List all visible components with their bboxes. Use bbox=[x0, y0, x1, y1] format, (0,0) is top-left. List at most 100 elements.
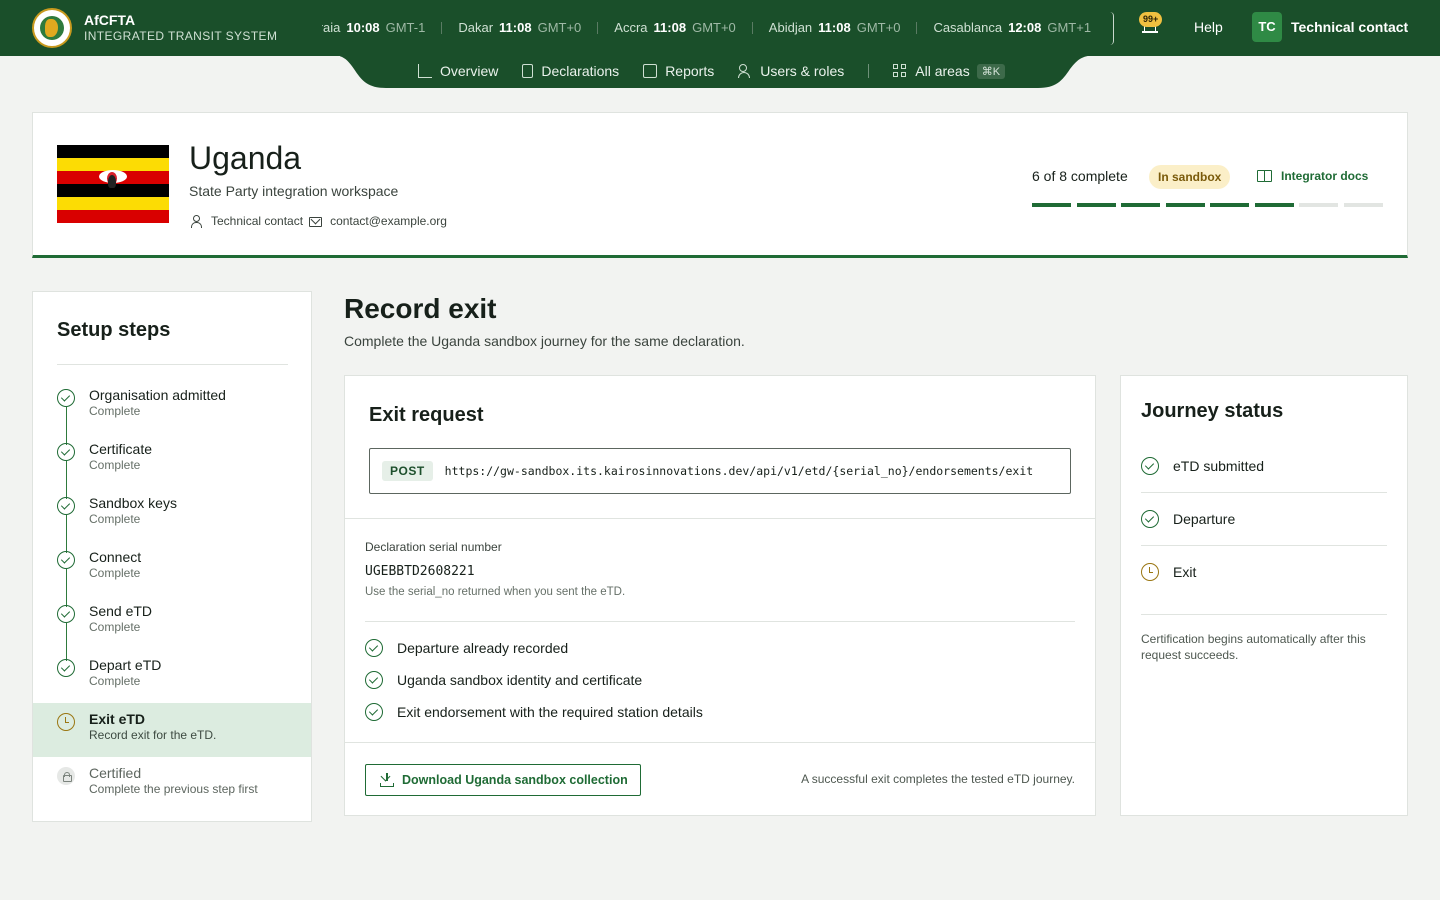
step-status: Complete bbox=[89, 566, 141, 580]
clock-city: Abidjan bbox=[768, 20, 813, 35]
step-send-etd[interactable]: Send eTD Complete bbox=[33, 595, 311, 661]
endpoint-url[interactable]: https://gw-sandbox.its.kairosinnovations… bbox=[445, 464, 1034, 478]
step-certified[interactable]: Certified Complete the previous step firs… bbox=[33, 757, 311, 811]
integrator-docs-label: Integrator docs bbox=[1281, 169, 1369, 183]
clock-abidjan: Abidjan 11:08 GMT+0 bbox=[769, 20, 901, 35]
check-circle-icon bbox=[57, 443, 75, 461]
sidebar-divider bbox=[57, 364, 288, 365]
exit-foot-note: A successful exit completes the tested e… bbox=[801, 772, 1075, 786]
clock-city: Dakar bbox=[458, 20, 494, 35]
progress-label: 6 of 8 complete bbox=[1032, 168, 1128, 184]
clock-icon bbox=[57, 713, 75, 731]
check-circle-icon bbox=[1141, 457, 1159, 475]
step-status: Complete the previous step first bbox=[89, 782, 258, 796]
step-exit-etd[interactable]: Exit eTD Record exit for the eTD. bbox=[33, 703, 311, 757]
requirements-list: Departure already recorded Uganda sandbox… bbox=[365, 638, 703, 734]
nav-reports[interactable]: Reports bbox=[643, 63, 714, 79]
journey-note: Certification begins automatically after… bbox=[1141, 632, 1366, 662]
nav-users-roles[interactable]: Users & roles bbox=[738, 63, 844, 79]
download-stem bbox=[386, 773, 388, 781]
notification-badge[interactable]: 99+ bbox=[1139, 12, 1163, 27]
journey-item: Departure bbox=[1141, 493, 1387, 546]
check-circle-icon bbox=[1141, 510, 1159, 528]
integrator-docs-link[interactable]: Integrator docs bbox=[1257, 169, 1368, 183]
clock-casablanca: Casablanca 12:08 GMT+1 bbox=[933, 20, 1091, 35]
nav-overview-label: Overview bbox=[440, 63, 499, 79]
crested-crane-emblem bbox=[99, 170, 127, 188]
journey-title: Journey status bbox=[1141, 400, 1284, 422]
journey-item-label: eTD submitted bbox=[1173, 458, 1265, 474]
nav-all-areas[interactable]: All areas ⌘K bbox=[893, 63, 1006, 79]
contact-email[interactable]: contact@example.org bbox=[330, 214, 447, 228]
nav-all-areas-label: All areas bbox=[915, 63, 970, 79]
clock-time: 11:08 bbox=[818, 20, 851, 35]
requirement-label: Uganda sandbox identity and certificate bbox=[397, 672, 643, 688]
download-icon bbox=[380, 773, 394, 787]
grid-cell bbox=[901, 72, 907, 77]
bell-base bbox=[1142, 31, 1158, 33]
clock-zone: GMT+0 bbox=[856, 20, 901, 35]
clock-time: 10:08 bbox=[346, 20, 380, 35]
exit-request-title: Exit request bbox=[369, 404, 484, 426]
check-circle-icon bbox=[365, 703, 383, 721]
requirement-item: Departure already recorded bbox=[365, 638, 703, 670]
uganda-flag bbox=[57, 145, 169, 223]
check-circle-icon bbox=[57, 659, 75, 677]
afcfta-logo[interactable] bbox=[32, 8, 72, 48]
users-icon bbox=[738, 64, 752, 78]
user-menu[interactable]: Technical contact bbox=[1291, 19, 1408, 35]
avatar[interactable]: TC bbox=[1252, 12, 1282, 42]
step-title: Exit eTD bbox=[89, 711, 146, 727]
serial-value[interactable]: UGEBBTD2608221 bbox=[365, 564, 475, 579]
workspace-subtitle: State Party integration workspace bbox=[189, 183, 399, 199]
workspace-header: Uganda State Party integration workspace… bbox=[32, 112, 1408, 258]
status-badge: In sandbox bbox=[1149, 165, 1231, 189]
serial-label: Declaration serial number bbox=[365, 540, 502, 554]
clock-track: Praia 10:08 GMT-1 Dakar 11:08 GMT+0 Accra 11:08… bbox=[322, 20, 1091, 35]
clock-city: Praia bbox=[322, 20, 341, 35]
flag-stripe bbox=[57, 197, 169, 210]
nav-overview[interactable]: Overview bbox=[418, 63, 498, 79]
clock-dakar: Dakar 11:08 GMT+0 bbox=[458, 20, 581, 35]
step-organisation-admitted[interactable]: Organisation admitted Complete bbox=[33, 379, 311, 445]
nav-declarations[interactable]: Declarations bbox=[522, 63, 619, 79]
card-divider bbox=[345, 518, 1095, 519]
sidebar-title: Setup steps bbox=[57, 319, 171, 341]
progress-segment bbox=[1032, 203, 1071, 207]
progress-segment bbox=[1121, 203, 1160, 207]
nav-divider bbox=[868, 64, 870, 78]
progress-segment bbox=[1343, 203, 1383, 207]
setup-steps-sidebar: Setup steps Organisation admitted Complet… bbox=[32, 291, 312, 822]
step-status: Complete bbox=[89, 404, 141, 418]
clock-time: 11:08 bbox=[499, 20, 532, 35]
clock-time: 12:08 bbox=[1008, 20, 1042, 35]
crane-body bbox=[108, 175, 116, 188]
download-collection-button[interactable]: Download Uganda sandbox collection bbox=[365, 764, 641, 796]
step-sandbox-keys[interactable]: Sandbox keys Complete bbox=[33, 487, 311, 553]
step-depart-etd[interactable]: Depart eTD Complete bbox=[33, 649, 311, 703]
progress-segment bbox=[1210, 203, 1249, 207]
nav-reports-label: Reports bbox=[665, 63, 715, 79]
grid-cell bbox=[893, 72, 899, 77]
step-connect[interactable]: Connect Complete bbox=[33, 541, 311, 607]
step-certificate[interactable]: Certificate Complete bbox=[33, 433, 311, 499]
requirement-label: Departure already recorded bbox=[397, 640, 569, 656]
progress-segment bbox=[1299, 203, 1338, 207]
flag-stripe bbox=[57, 145, 169, 158]
endpoint-box[interactable]: POST https://gw-sandbox.its.kairosinnova… bbox=[369, 448, 1071, 494]
brand-name: AfCFTA bbox=[84, 12, 136, 28]
check-circle-icon bbox=[57, 389, 75, 407]
nav-items: Overview Declarations Reports Users & ro… bbox=[418, 62, 1029, 80]
check-circle-icon bbox=[57, 551, 75, 569]
check-circle-icon bbox=[57, 497, 75, 515]
step-status: Complete bbox=[89, 458, 141, 472]
help-link[interactable]: Help bbox=[1194, 19, 1223, 35]
clock-praia: Praia 10:08 GMT-1 bbox=[322, 20, 425, 35]
clock-city: Accra bbox=[614, 20, 648, 35]
journey-item-label: Exit bbox=[1173, 564, 1197, 580]
download-collection-label: Download Uganda sandbox collection bbox=[402, 773, 628, 787]
clock-separator bbox=[441, 22, 443, 34]
card-inner-divider bbox=[365, 621, 1075, 622]
clock-separator bbox=[751, 22, 753, 34]
progress-segment bbox=[1254, 203, 1294, 207]
